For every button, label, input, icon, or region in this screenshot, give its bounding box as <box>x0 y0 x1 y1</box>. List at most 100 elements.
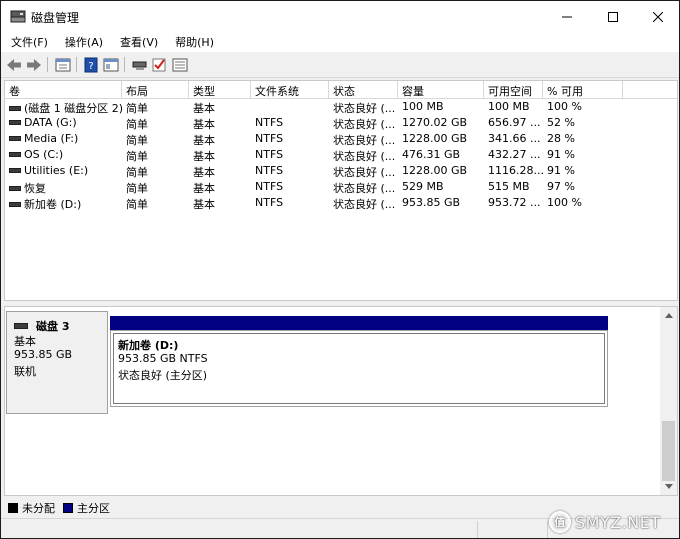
cell-capacity: 100 MB <box>398 99 484 115</box>
cell-percent-free: 100 % <box>543 99 623 115</box>
table-row[interactable]: (磁盘 1 磁盘分区 2) 简单 基本 状态良好 (... 100 MB 100 MB 10… <box>5 99 677 115</box>
cell-text: 432.27 ... <box>488 148 541 161</box>
column-header-status[interactable]: 状态 <box>329 81 398 99</box>
scroll-up-arrow-icon[interactable] <box>660 307 677 324</box>
cell-text: 简单 <box>126 166 148 179</box>
toolbar: ? <box>1 52 679 78</box>
volume-icon <box>9 151 21 157</box>
cell-text: 简单 <box>126 102 148 115</box>
maximize-button[interactable] <box>590 1 635 32</box>
cell-volume: OS (C:) <box>5 147 122 163</box>
cell-text: NTFS <box>255 180 284 193</box>
watermark-badge-icon: 值 <box>549 511 571 533</box>
cell-filesystem: NTFS <box>251 131 329 147</box>
table-row[interactable]: DATA (G:) 简单 基本 NTFS 状态良好 (... 1270.02 GB 656.… <box>5 115 677 131</box>
menu-view[interactable]: 查看(V) <box>110 32 165 52</box>
console-icon[interactable] <box>102 56 120 73</box>
cell-text: 1228.00 GB <box>402 164 468 177</box>
partition-d[interactable]: 新加卷 (D:) 953.85 GB NTFS 状态良好 (主分区) <box>110 330 608 407</box>
cell-text: NTFS <box>255 132 284 145</box>
back-icon[interactable] <box>5 56 23 73</box>
column-header-percent-free[interactable]: % 可用 <box>543 81 623 99</box>
legend-swatch-primary <box>63 503 73 513</box>
cell-text: 简单 <box>126 182 148 195</box>
partition-d-details: 新加卷 (D:) 953.85 GB NTFS 状态良好 (主分区) <box>113 333 605 404</box>
legend-label-primary: 主分区 <box>77 502 110 515</box>
cell-text: 简单 <box>126 150 148 163</box>
title-bar: 磁盘管理 <box>1 1 679 32</box>
disk-icon[interactable] <box>131 56 149 73</box>
minimize-button[interactable] <box>544 1 589 32</box>
volume-list-header: 卷 布局 类型 文件系统 状态 容量 可用空间 % 可用 <box>5 81 677 99</box>
cell-status: 状态良好 (... <box>329 147 398 163</box>
properties-icon[interactable] <box>54 56 72 73</box>
table-row[interactable]: 新加卷 (D:) 简单 基本 NTFS 状态良好 (... 953.85 GB 953.72… <box>5 195 677 211</box>
cell-capacity: 1228.00 GB <box>398 131 484 147</box>
table-row[interactable]: Utilities (E:) 简单 基本 NTFS 状态良好 (... 1228.00 G… <box>5 163 677 179</box>
partition-name: 新加卷 (D:) <box>118 339 179 352</box>
cell-text: 529 MB <box>402 180 444 193</box>
disk-3-label[interactable]: 磁盘 3 基本 953.85 GB 联机 <box>6 311 108 414</box>
cell-type: 基本 <box>189 179 251 195</box>
cell-free-space: 100 MB <box>484 99 543 115</box>
cell-text: 简单 <box>126 198 148 211</box>
cell-free-space: 953.72 ... <box>484 195 543 211</box>
cell-text: 基本 <box>193 118 215 131</box>
check-icon[interactable] <box>151 56 169 73</box>
cell-volume: (磁盘 1 磁盘分区 2) <box>5 99 122 115</box>
cell-text: NTFS <box>255 164 284 177</box>
disk-title: 磁盘 3 <box>14 318 107 333</box>
cell-text: 基本 <box>193 166 215 179</box>
column-header-free-space[interactable]: 可用空间 <box>484 81 543 99</box>
cell-text: 新加卷 (D:) <box>24 198 82 211</box>
scroll-down-arrow-icon[interactable] <box>660 478 677 495</box>
cell-text: 91 % <box>547 148 575 161</box>
disk-status: 联机 <box>14 365 36 378</box>
column-header-type[interactable]: 类型 <box>189 81 251 99</box>
table-row[interactable]: 恢复 简单 基本 NTFS 状态良好 (... 529 MB 515 MB 97 % <box>5 179 677 195</box>
menu-file[interactable]: 文件(F) <box>1 32 55 52</box>
volume-icon <box>9 167 21 173</box>
cell-free-space: 515 MB <box>484 179 543 195</box>
column-header-volume[interactable]: 卷 <box>5 81 122 99</box>
list-icon[interactable] <box>171 56 189 73</box>
cell-status: 状态良好 (... <box>329 115 398 131</box>
column-header-filesystem[interactable]: 文件系统 <box>251 81 329 99</box>
forward-icon[interactable] <box>25 56 43 73</box>
cell-type: 基本 <box>189 163 251 179</box>
cell-text: 基本 <box>193 198 215 211</box>
menu-action[interactable]: 操作(A) <box>55 32 110 52</box>
cell-volume: Media (F:) <box>5 131 122 147</box>
legend-swatch-unallocated <box>8 503 18 513</box>
scrollbar-thumb[interactable] <box>662 421 675 481</box>
cell-filesystem: NTFS <box>251 179 329 195</box>
legend-label-unallocated: 未分配 <box>22 502 55 515</box>
cell-text: 基本 <box>193 150 215 163</box>
table-row[interactable]: OS (C:) 简单 基本 NTFS 状态良好 (... 476.31 GB 432.27 … <box>5 147 677 163</box>
volume-list[interactable]: 卷 布局 类型 文件系统 状态 容量 可用空间 % 可用 (磁盘 1 磁盘分区 … <box>4 80 678 301</box>
watermark-text: SMYZ.NET <box>575 512 661 532</box>
close-button[interactable] <box>635 1 679 32</box>
cell-text: 基本 <box>193 102 215 115</box>
cell-filesystem: NTFS <box>251 147 329 163</box>
cell-text: 91 % <box>547 164 575 177</box>
cell-text: 97 % <box>547 180 575 193</box>
cell-text: NTFS <box>255 196 284 209</box>
watermark: 值 SMYZ.NET <box>549 509 677 535</box>
column-header-layout[interactable]: 布局 <box>122 81 189 99</box>
help-icon[interactable]: ? <box>82 56 100 73</box>
table-row[interactable]: Media (F:) 简单 基本 NTFS 状态良好 (... 1228.00 GB 341… <box>5 131 677 147</box>
menu-help[interactable]: 帮助(H) <box>165 32 221 52</box>
partition-size-fs: 953.85 GB NTFS <box>118 352 208 365</box>
cell-text: 1116.28... <box>488 164 543 177</box>
cell-percent-free: 91 % <box>543 147 623 163</box>
column-header-capacity[interactable]: 容量 <box>398 81 484 99</box>
vertical-scrollbar[interactable] <box>660 307 677 495</box>
cell-text: NTFS <box>255 116 284 129</box>
cell-text: 1270.02 GB <box>402 116 468 129</box>
cell-free-space: 1116.28... <box>484 163 543 179</box>
cell-text: 状态良好 (... <box>333 134 396 147</box>
cell-status: 状态良好 (... <box>329 163 398 179</box>
volume-icon <box>9 135 21 141</box>
cell-filesystem: NTFS <box>251 115 329 131</box>
